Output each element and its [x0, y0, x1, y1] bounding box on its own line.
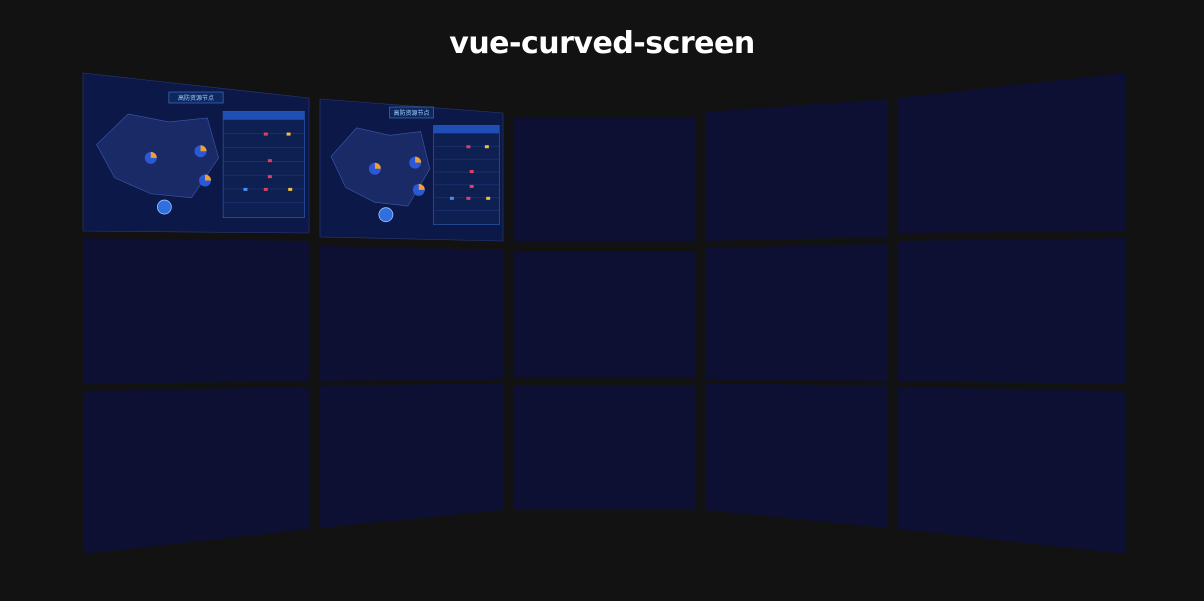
thumbnail-heading: 高防资源节点: [393, 109, 429, 117]
data-table-panel: [433, 125, 500, 225]
screen-panel-r2-c2: [320, 246, 503, 381]
table-value-mark: [286, 132, 291, 136]
table-value-mark: [263, 187, 268, 191]
screen-panel-r2-c3: [514, 252, 695, 377]
table-value-mark: [486, 196, 491, 200]
screen-panel-r1-c3: [514, 118, 695, 241]
screen-panel-r2-c4: [705, 244, 888, 381]
node-marker: [378, 207, 394, 223]
data-table-header: [433, 125, 500, 134]
table-value-mark: [263, 132, 268, 136]
panel-surface: [83, 238, 309, 384]
screen-panel-r2-c5: [898, 238, 1125, 384]
table-value-mark: [469, 170, 474, 174]
node-marker: [156, 199, 172, 215]
table-value-mark: [466, 196, 471, 200]
panel-surface: [898, 238, 1125, 384]
panel-surface: [705, 383, 888, 528]
curved-screen-wall: 高防资源节点高防资源节点: [82, 72, 1125, 554]
table-value-mark: [243, 187, 248, 191]
table-value-mark: [484, 145, 489, 149]
table-value-mark: [449, 196, 454, 200]
screen-panel-r2-c1: [83, 238, 309, 384]
data-table-header: [223, 111, 305, 120]
screen-panel-r1-c4: [705, 99, 888, 241]
screen-panel-r1-c2: 高防资源节点: [319, 98, 504, 242]
panel-surface: [705, 244, 888, 381]
table-value-mark: [288, 187, 293, 191]
table-value-mark: [267, 175, 272, 179]
panel-surface: [705, 99, 888, 241]
panel-surface: [898, 73, 1125, 233]
table-value-mark: [267, 159, 272, 163]
thumbnail-heading: 高防资源节点: [178, 94, 214, 102]
panel-surface: [514, 118, 695, 241]
panel-surface: [514, 252, 695, 377]
screen-panel-r3-c2: [320, 383, 503, 528]
screen-panel-r3-c1: [83, 387, 309, 554]
data-table-panel: [222, 111, 305, 219]
screen-panel-r3-c4: [705, 383, 888, 528]
screen-panel-r1-c1: 高防资源节点: [82, 72, 310, 234]
panel-surface: [320, 246, 503, 381]
screen-panel-r1-c5: [898, 73, 1125, 233]
screen-panel-r3-c3: [514, 385, 695, 510]
panel-surface: [514, 385, 695, 510]
table-value-mark: [466, 145, 471, 149]
table-value-mark: [469, 184, 474, 188]
panel-surface: [898, 387, 1125, 554]
screen-panel-r3-c5: [898, 387, 1125, 554]
panel-surface: [320, 383, 503, 528]
panel-surface: [83, 387, 309, 554]
